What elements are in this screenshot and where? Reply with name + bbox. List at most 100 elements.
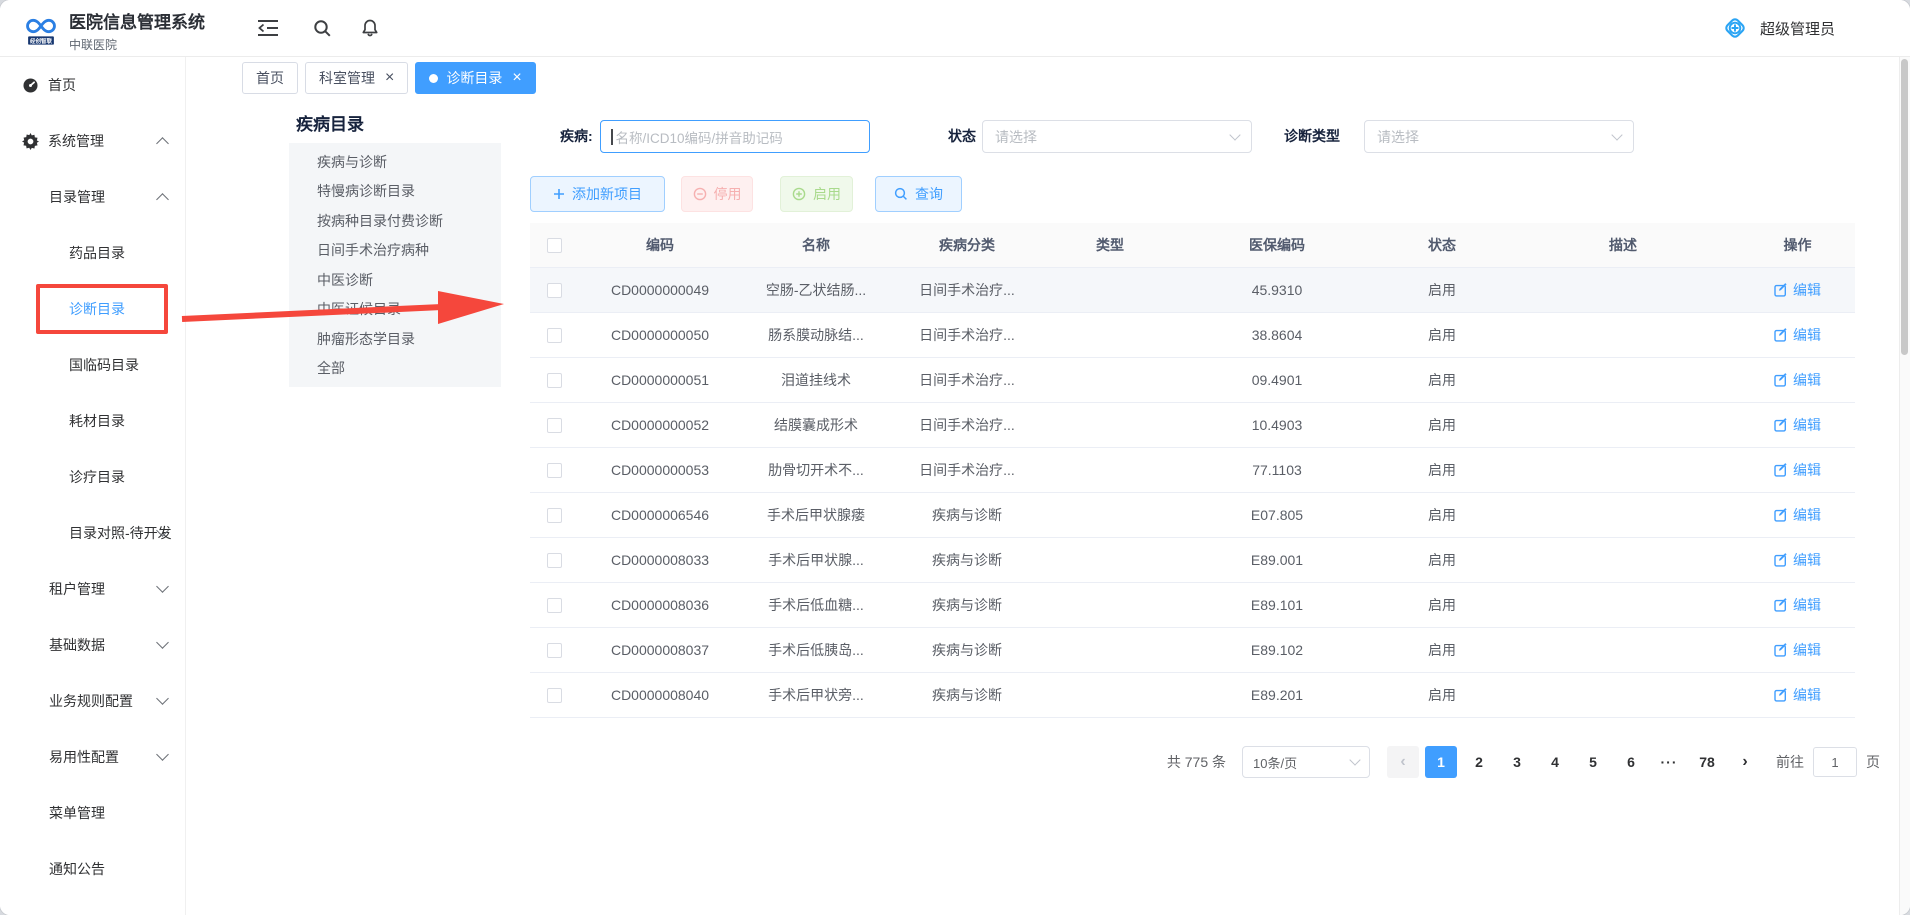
row-checkbox[interactable] <box>547 688 562 703</box>
cell-code: CD0000000052 <box>578 417 742 433</box>
row-checkbox[interactable] <box>547 643 562 658</box>
row-checkbox[interactable] <box>547 598 562 613</box>
sidebar-item[interactable]: 诊疗目录 <box>0 449 185 505</box>
bell-icon[interactable] <box>352 0 388 56</box>
sidebar-item[interactable]: 国临码目录 <box>0 337 185 393</box>
sidebar-item[interactable]: 目录对照-待开发 <box>0 505 185 561</box>
page-number-button[interactable]: 1 <box>1425 746 1457 778</box>
edit-button[interactable]: 编辑 <box>1774 280 1821 300</box>
chevron-down-icon <box>1229 129 1240 140</box>
close-icon[interactable]: × <box>512 70 521 86</box>
cell-code: CD0000000049 <box>578 282 742 298</box>
page-number-button[interactable]: 6 <box>1615 746 1647 778</box>
disease-filter-label: 疾病: <box>560 119 593 153</box>
cell-name: 手术后甲状腺... <box>742 550 890 570</box>
page-number-button[interactable]: 2 <box>1463 746 1495 778</box>
tab[interactable]: 科室管理 × <box>305 62 408 94</box>
goto-page-input[interactable]: 1 <box>1813 747 1857 777</box>
sidebar-item[interactable]: 诊断目录 <box>0 281 185 337</box>
page-size-select[interactable]: 10条/页 <box>1242 746 1370 778</box>
chevron-down-icon <box>156 692 169 705</box>
cell-insurance-code: 38.8604 <box>1176 327 1378 343</box>
edit-label: 编辑 <box>1793 415 1821 435</box>
chevron-down-icon <box>1611 129 1622 140</box>
next-page-button[interactable]: › <box>1729 746 1761 778</box>
page-number-button[interactable]: 78 <box>1691 746 1723 778</box>
edit-button[interactable]: 编辑 <box>1774 325 1821 345</box>
edit-button[interactable]: 编辑 <box>1774 370 1821 390</box>
edit-label: 编辑 <box>1793 460 1821 480</box>
gear-icon <box>22 133 39 150</box>
edit-button[interactable]: 编辑 <box>1774 595 1821 615</box>
sidebar-item[interactable]: 租户管理 <box>0 561 185 617</box>
sidebar-item[interactable]: 易用性配置 <box>0 729 185 785</box>
query-button[interactable]: 查询 <box>875 176 962 212</box>
sidebar-item[interactable]: 首页 <box>0 57 185 113</box>
col-header-actions: 操作 <box>1740 235 1855 255</box>
edit-button[interactable]: 编辑 <box>1774 550 1821 570</box>
sidebar-item[interactable]: 耗材目录 <box>0 393 185 449</box>
sidebar-item[interactable]: 基础数据 <box>0 617 185 673</box>
page-number-button[interactable]: 3 <box>1501 746 1533 778</box>
disease-category-item[interactable]: 中医证候目录 <box>289 295 501 325</box>
row-checkbox[interactable] <box>547 328 562 343</box>
disable-button[interactable]: 停用 <box>681 176 753 212</box>
user-menu[interactable]: 超级管理员 <box>1720 0 1835 56</box>
edit-button[interactable]: 编辑 <box>1774 415 1821 435</box>
sidebar-item[interactable]: 通知公告 <box>0 841 185 897</box>
diagnosis-type-select[interactable]: 请选择 <box>1364 120 1634 153</box>
disease-category-item[interactable]: 特慢病诊断目录 <box>289 177 501 207</box>
page-number-button[interactable]: 4 <box>1539 746 1571 778</box>
disease-category-item[interactable]: 日间手术治疗病种 <box>289 236 501 266</box>
sidebar-item[interactable]: 菜单管理 <box>0 785 185 841</box>
prev-page-button[interactable]: ‹ <box>1387 746 1419 778</box>
row-checkbox[interactable] <box>547 418 562 433</box>
disease-category-item[interactable]: 中医诊断 <box>289 265 501 295</box>
row-checkbox[interactable] <box>547 283 562 298</box>
edit-button[interactable]: 编辑 <box>1774 460 1821 480</box>
disease-category-item[interactable]: 全部 <box>289 354 501 384</box>
brand: 经创智联 医院信息管理系统 中联医院 <box>22 8 205 53</box>
tab[interactable]: 首页 <box>242 62 298 94</box>
cell-code: CD0000000051 <box>578 372 742 388</box>
tab[interactable]: 诊断目录 × <box>415 62 535 94</box>
row-checkbox[interactable] <box>547 508 562 523</box>
scrollbar-thumb[interactable] <box>1901 59 1908 355</box>
cell-insurance-code: 45.9310 <box>1176 282 1378 298</box>
collapse-menu-icon[interactable] <box>250 0 286 56</box>
sidebar-item-label: 目录管理 <box>49 187 105 207</box>
table-header-row: 编码 名称 疾病分类 类型 医保编码 状态 描述 操作 <box>530 223 1855 268</box>
disease-category-item[interactable]: 按病种目录付费诊断 <box>289 206 501 236</box>
sidebar-item-label: 租户管理 <box>49 579 105 599</box>
chevron-up-icon <box>156 137 169 150</box>
close-icon[interactable]: × <box>385 70 394 86</box>
edit-button[interactable]: 编辑 <box>1774 505 1821 525</box>
row-checkbox[interactable] <box>547 463 562 478</box>
enable-button[interactable]: 启用 <box>780 176 853 212</box>
table-row: CD0000000050 肠系膜动脉结... 日间手术治疗... 38.8604… <box>530 313 1855 358</box>
page-number-button[interactable]: 5 <box>1577 746 1609 778</box>
scrollbar-track[interactable] <box>1899 57 1910 915</box>
disease-category-item[interactable]: 肿瘤形态学目录 <box>289 324 501 354</box>
page-number-button[interactable]: ··· <box>1653 746 1685 778</box>
dashboard-icon <box>22 77 39 94</box>
row-checkbox[interactable] <box>547 373 562 388</box>
edit-button[interactable]: 编辑 <box>1774 640 1821 660</box>
search-icon[interactable] <box>304 0 340 56</box>
edit-button[interactable]: 编辑 <box>1774 685 1821 705</box>
row-checkbox[interactable] <box>547 553 562 568</box>
sidebar-item[interactable]: 目录管理 <box>0 169 185 225</box>
cell-category: 日间手术治疗... <box>890 460 1044 480</box>
disease-category-item[interactable]: 疾病与诊断 <box>289 147 501 177</box>
sidebar-item[interactable]: 系统管理 <box>0 113 185 169</box>
sidebar-item[interactable]: 药品目录 <box>0 225 185 281</box>
sidebar-item[interactable]: 业务规则配置 <box>0 673 185 729</box>
status-select[interactable]: 请选择 <box>982 120 1252 153</box>
select-all-checkbox[interactable] <box>547 238 562 253</box>
edit-label: 编辑 <box>1793 280 1821 300</box>
user-name: 超级管理员 <box>1760 18 1835 39</box>
cell-insurance-code: E07.805 <box>1176 507 1378 523</box>
disease-search-input[interactable]: 名称/ICD10编码/拼音助记码 <box>600 120 870 153</box>
add-item-button[interactable]: 添加新项目 <box>530 176 665 212</box>
table-row: CD0000000049 空肠-乙状结肠... 日间手术治疗... 45.931… <box>530 268 1855 313</box>
